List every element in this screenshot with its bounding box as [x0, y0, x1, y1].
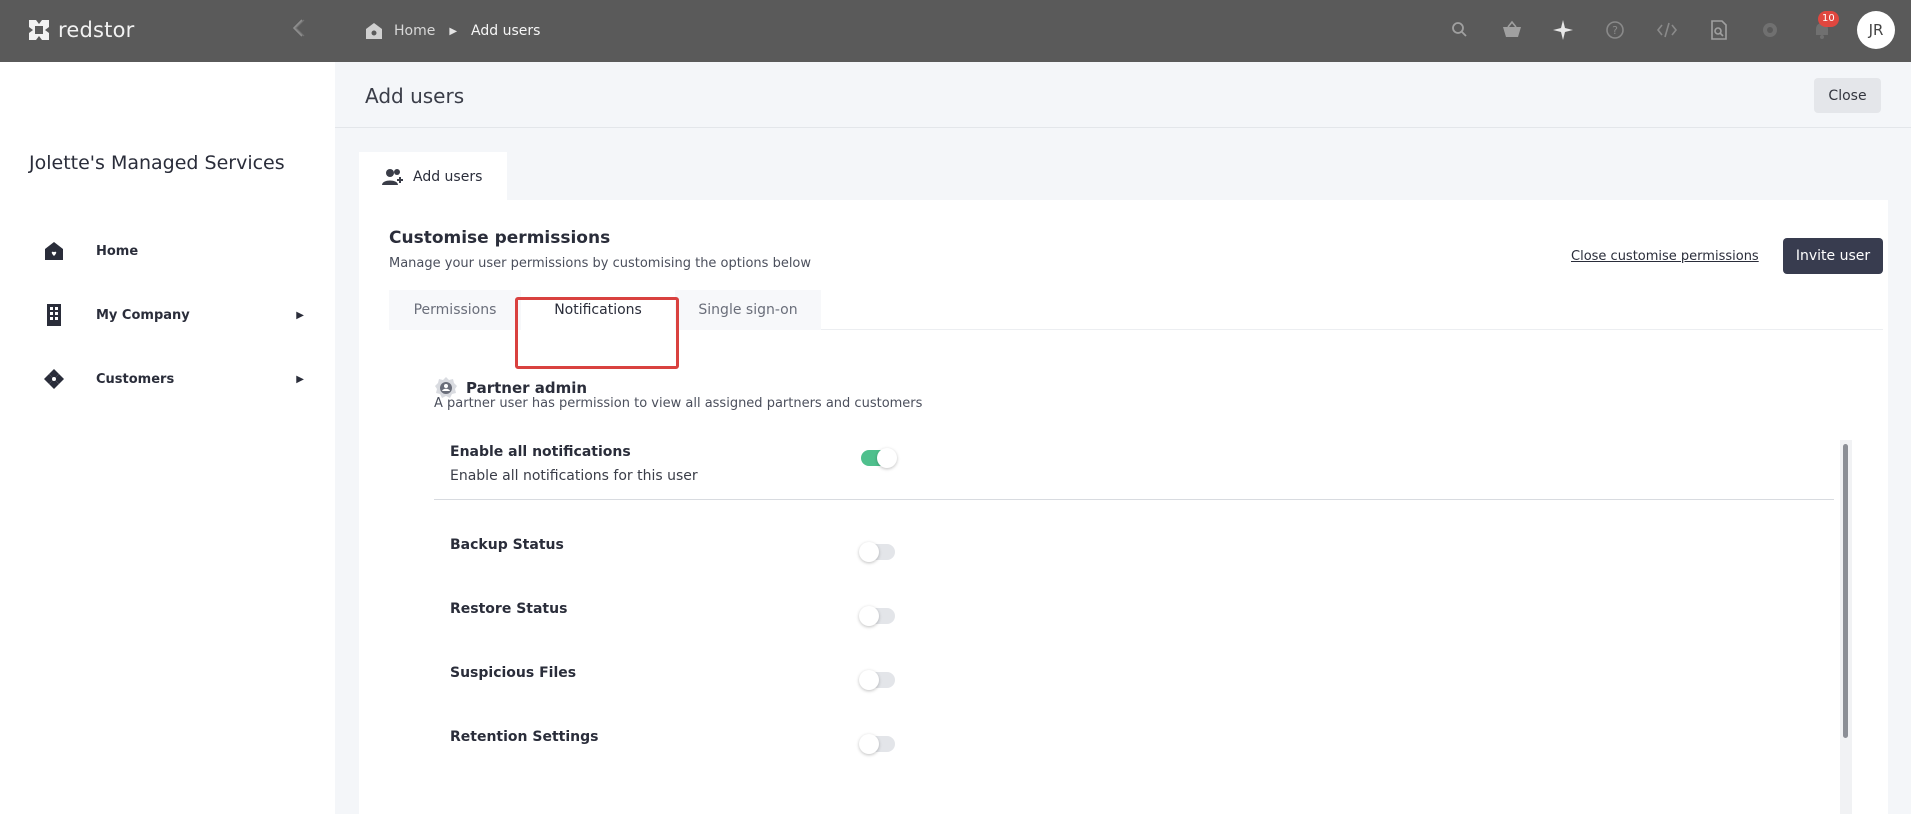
tab-permissions[interactable]: Permissions: [389, 290, 521, 330]
section-subtitle: Manage your user permissions by customis…: [389, 256, 812, 271]
caret-right-icon: ▶: [296, 373, 304, 385]
sidebar-item-label: Customers: [96, 371, 175, 387]
redstor-logo-icon: [29, 20, 49, 40]
search-icon[interactable]: [1448, 18, 1472, 42]
code-icon[interactable]: [1655, 18, 1679, 42]
tab-label: Add users: [413, 169, 483, 185]
role-title: Partner admin: [466, 379, 588, 397]
suspicious-files-toggle[interactable]: [859, 670, 895, 690]
close-customise-permissions-link[interactable]: Close customise permissions: [1571, 249, 1759, 264]
doc-search-icon[interactable]: [1707, 18, 1731, 42]
notification-label: Restore Status: [450, 601, 568, 617]
user-avatar[interactable]: JR: [1857, 11, 1895, 49]
top-bar: redstor Home ▶ Add users ? 10 JR: [0, 0, 1911, 62]
breadcrumb-home[interactable]: Home: [394, 23, 435, 39]
home-icon: [40, 237, 68, 265]
collapse-sidebar-button[interactable]: [287, 18, 309, 44]
gear-icon[interactable]: [1758, 18, 1782, 42]
basket-icon[interactable]: [1500, 18, 1524, 42]
breadcrumb: Home ▶ Add users: [364, 20, 540, 42]
close-button[interactable]: Close: [1814, 78, 1881, 113]
caret-right-icon: ▶: [449, 25, 458, 37]
retention-settings-toggle[interactable]: [859, 734, 895, 754]
home-icon: [366, 23, 382, 39]
notification-badge: 10: [1818, 11, 1839, 27]
notifications-list: Enable all notifications Enable all noti…: [434, 440, 1852, 814]
help-icon[interactable]: ?: [1603, 18, 1627, 42]
notification-label: Enable all notifications: [450, 444, 631, 460]
role-description: A partner user has permission to view al…: [434, 396, 923, 411]
sidebar: Jolette's Managed Services Home My Compa…: [0, 62, 335, 814]
tab-notifications[interactable]: Notifications: [521, 290, 675, 330]
sidebar-item-my-company[interactable]: My Company ▶: [40, 295, 310, 335]
tab-single-sign-on[interactable]: Single sign-on: [675, 290, 821, 330]
scrollbar[interactable]: [1840, 440, 1852, 814]
organization-name: Jolette's Managed Services: [29, 152, 285, 174]
permissions-panel: Customise permissions Manage your user p…: [359, 200, 1888, 814]
scrollbar-thumb[interactable]: [1843, 444, 1848, 738]
divider: [434, 499, 1834, 500]
toggle-knob: [859, 734, 879, 754]
notification-label: Retention Settings: [450, 729, 599, 745]
sidebar-item-home[interactable]: Home: [40, 231, 310, 271]
customers-icon: [40, 365, 68, 393]
permissions-tabs: Permissions Notifications Single sign-on: [389, 290, 1883, 330]
notification-sublabel: Enable all notifications for this user: [450, 468, 698, 484]
restore-status-toggle[interactable]: [859, 606, 895, 626]
toggle-knob: [859, 542, 879, 562]
brand-name: redstor: [58, 18, 135, 42]
toggle-knob: [859, 606, 879, 626]
brand-logo[interactable]: redstor: [26, 15, 134, 45]
breadcrumb-current: Add users: [471, 23, 541, 39]
toggle-knob: [877, 448, 897, 468]
svg-text:?: ?: [1612, 24, 1618, 37]
invite-user-button[interactable]: Invite user: [1783, 238, 1883, 274]
backup-status-toggle[interactable]: [859, 542, 895, 562]
notification-label: Backup Status: [450, 537, 564, 553]
sparkle-icon[interactable]: [1551, 18, 1575, 42]
section-title: Customise permissions: [389, 228, 611, 248]
page-title: Add users: [365, 84, 465, 108]
building-icon: [40, 301, 68, 329]
sidebar-item-label: My Company: [96, 307, 190, 323]
enable-all-notifications-toggle[interactable]: [861, 448, 897, 468]
main-content: Add users Close Add users Customise perm…: [335, 62, 1911, 814]
sidebar-item-label: Home: [96, 243, 139, 259]
chevron-left-icon: [292, 19, 305, 37]
users-add-icon: [382, 169, 403, 185]
toggle-knob: [859, 670, 879, 690]
notification-label: Suspicious Files: [450, 665, 577, 681]
caret-right-icon: ▶: [296, 309, 304, 321]
tab-add-users[interactable]: Add users: [359, 152, 507, 202]
divider: [335, 127, 1911, 128]
sidebar-item-customers[interactable]: Customers ▶: [40, 359, 310, 399]
